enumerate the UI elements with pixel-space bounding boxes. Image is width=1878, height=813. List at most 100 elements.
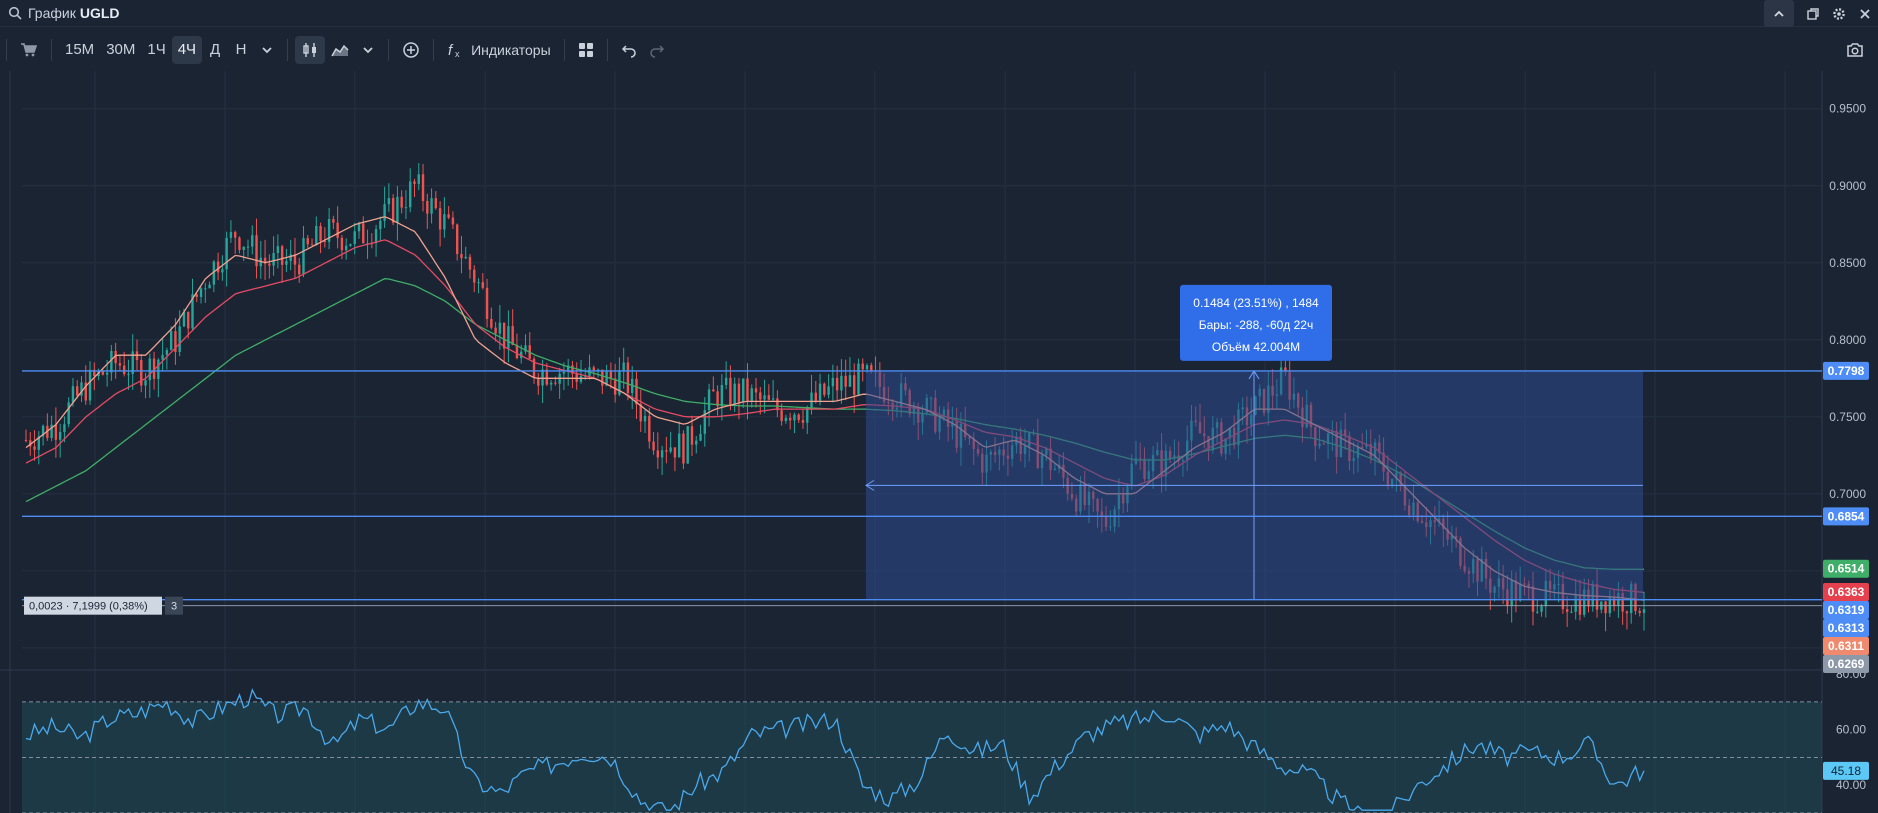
toolbar-separator [6,38,7,61]
rsi-panel [22,688,1822,813]
candle-body [374,229,378,244]
candle-body [793,414,796,421]
candle-body [737,383,741,403]
candle-body [1642,609,1646,613]
candle-body [494,327,497,334]
redo-icon [649,44,664,58]
candle-body [88,369,92,401]
candle-body [404,207,408,209]
undo-button[interactable] [615,36,643,64]
timeframe-day[interactable]: Д [202,36,228,64]
search-icon[interactable] [8,6,22,20]
candle-body [24,439,28,441]
restore-window-button[interactable] [1800,0,1826,27]
candle-body [122,365,126,374]
candle-body [118,363,122,366]
candle-body [720,384,724,407]
price-tick-label: 0.7500 [1829,410,1866,424]
candle-body [1604,601,1607,614]
candle-body [515,344,519,359]
candle-body [823,383,826,395]
candle-body [221,269,224,273]
candle-body [272,253,275,266]
measure-tool[interactable]: 0.1484 (23.51%) , 1484 Бары: -288, -60д 2… [865,284,1643,600]
collapse-button[interactable] [1764,0,1794,27]
candle-body [276,246,280,254]
rsi-tick-label: 40.00 [1836,778,1866,792]
candle-body [344,245,348,251]
price-label-text: 0.6313 [1828,621,1865,635]
candle-body [169,331,173,351]
candle-body [848,375,852,387]
candle-body [1540,606,1543,612]
price-label-text: 0.6319 [1828,603,1865,617]
close-window-button[interactable] [1852,0,1878,27]
layout-button[interactable] [572,36,600,64]
measure-info-line: Бары: -288, -60д 22ч [1199,318,1313,332]
svg-text:x: x [455,49,460,59]
price-chart[interactable]: 0.1484 (23.51%) , 1484 Бары: -288, -60д 2… [0,71,1878,813]
candle-body [396,196,399,223]
title-bar: График UGLD [0,0,1878,27]
candle-body [677,433,681,458]
indicators-button[interactable]: fx Индикаторы [441,36,557,64]
candle-body [767,395,771,400]
candle-body [814,392,817,401]
toolbar-separator [388,38,390,61]
candle-body [844,375,847,387]
chart-type-dropdown[interactable] [355,36,381,64]
price-tick-label: 0.9500 [1829,102,1866,116]
candle-body [537,377,540,386]
price-label-text: 0.6854 [1828,509,1865,523]
order-cart-button[interactable] [14,36,44,64]
chart-area[interactable]: 0.1484 (23.51%) , 1484 Бары: -288, -60д 2… [0,71,1878,813]
candle-body [511,326,514,345]
timeframe-week[interactable]: Н [228,36,254,64]
timeframe-15m[interactable]: 15М [59,36,100,64]
candle-body [187,311,190,329]
candle-body [319,225,322,241]
candle-body [430,198,433,214]
candle-body [541,369,544,386]
toolbar-separator [433,38,435,61]
toolbar-separator [563,38,565,61]
candle-body [840,375,843,391]
undo-icon [621,44,636,58]
candle-body [831,377,835,387]
timeframe-30m[interactable]: 30М [100,36,141,64]
settings-button[interactable] [1826,0,1852,27]
area-chart-button[interactable] [325,36,355,64]
chevron-down-icon [262,46,272,53]
timeframe-dropdown[interactable] [254,36,280,64]
price-axis[interactable]: 0.9500 0.9000 0.8500 0.8000 0.7500 0.7000 0.65… [1823,102,1869,792]
candle-body [434,198,438,209]
candle-body [58,431,62,440]
candle-body [754,388,758,393]
compare-symbol-button[interactable] [396,36,426,64]
candle-body [759,392,762,400]
timeframe-4h[interactable]: 4Ч [171,35,203,64]
candles-type-button[interactable] [295,35,326,64]
screenshot-button[interactable] [1840,36,1870,64]
candle-body [54,424,58,440]
candle-body [161,354,164,360]
candle-body [67,402,70,425]
candle-body [788,417,792,421]
candle-body [613,378,617,395]
redo-button[interactable] [643,36,671,64]
candle-body [712,389,715,392]
candle-body [289,254,292,261]
candle-body [199,288,203,297]
price-label-text: 0.7798 [1828,364,1865,378]
candle-body [225,237,228,270]
candle-body [216,261,220,273]
candle-body [853,375,856,395]
window-controls [1764,0,1878,27]
candle-body [797,414,800,421]
candle-body [204,288,207,290]
grid-layout-icon [578,42,593,57]
candle-body [481,282,484,288]
candle-body [1570,611,1573,613]
candle-body [195,294,198,297]
timeframe-1h[interactable]: 1Ч [141,36,171,64]
